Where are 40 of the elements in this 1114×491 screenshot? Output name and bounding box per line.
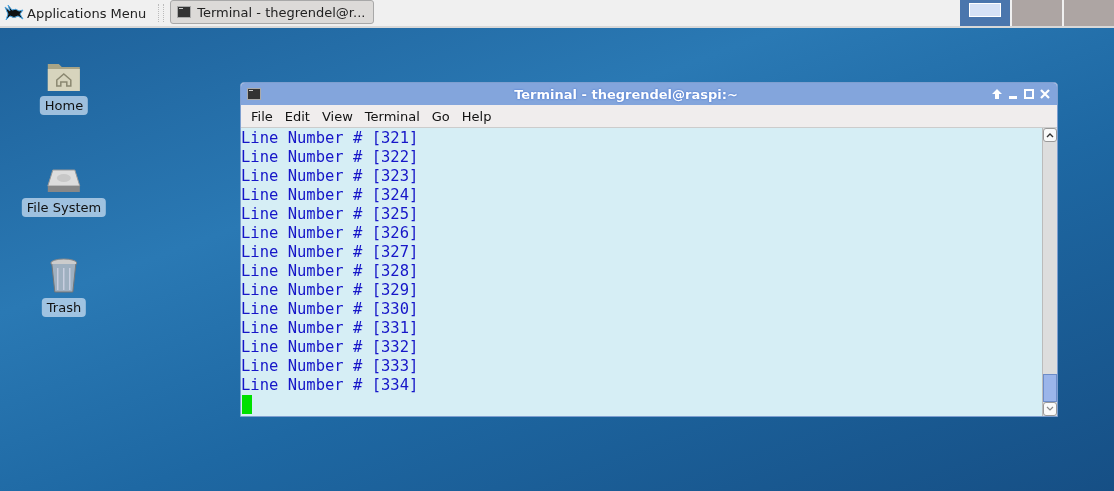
menu-item[interactable]: View [315,108,359,124]
trash-can-icon [49,258,79,294]
menu-item[interactable]: Terminal [358,108,426,124]
terminal-line: Line Number # [328] [241,262,419,281]
terminal-icon [177,6,192,18]
terminal-line: Line Number # [323] [241,167,419,186]
workspace-button[interactable] [960,0,1010,26]
mouse-logo-icon [4,4,24,22]
desktop-icon-label[interactable]: File System [21,198,107,217]
cursor [242,395,252,414]
terminal-icon [247,88,261,100]
terminal-line: Line Number # [321] [241,129,419,148]
terminal-line: Line Number # [332] [241,338,419,357]
chevron-up-icon[interactable] [1046,132,1054,138]
arrow-up-icon[interactable] [991,88,1003,100]
desktop-icon-label[interactable]: Home [39,96,89,115]
terminal-line: Line Number # [333] [241,357,419,376]
scrollbar[interactable] [1042,128,1057,416]
chevron-down-icon[interactable] [1046,406,1054,412]
terminal-line: Line Number # [330] [241,300,419,319]
menu-item[interactable]: Help [455,108,498,124]
desktop-icon-label[interactable]: Trash [41,298,87,317]
taskbar-button[interactable]: Terminal - thegrendel@r... [170,0,375,24]
terminal-line: Line Number # [325] [241,205,419,224]
terminal-line: Line Number # [324] [241,186,419,205]
terminal-line: Line Number # [326] [241,224,419,243]
terminal-line: Line Number # [322] [241,148,419,167]
applications-menu-button[interactable]: Applications Menu [0,0,153,26]
menu-item[interactable]: Edit [278,108,316,124]
terminal-line: Line Number # [331] [241,319,419,338]
close-icon[interactable] [1039,88,1051,100]
window-title: Terminal - thegrendel@raspi:~ [513,86,739,102]
hard-drive-icon [47,168,81,194]
terminal-line: Line Number # [327] [241,243,419,262]
terminal-line: Line Number # [334] [241,376,419,395]
menu-item[interactable]: Go [425,108,456,124]
menu-item[interactable]: File [245,108,279,124]
terminal-line: Line Number # [329] [241,281,419,300]
maximize-icon[interactable] [1023,88,1035,100]
scrollbar-thumb[interactable] [1043,374,1057,402]
